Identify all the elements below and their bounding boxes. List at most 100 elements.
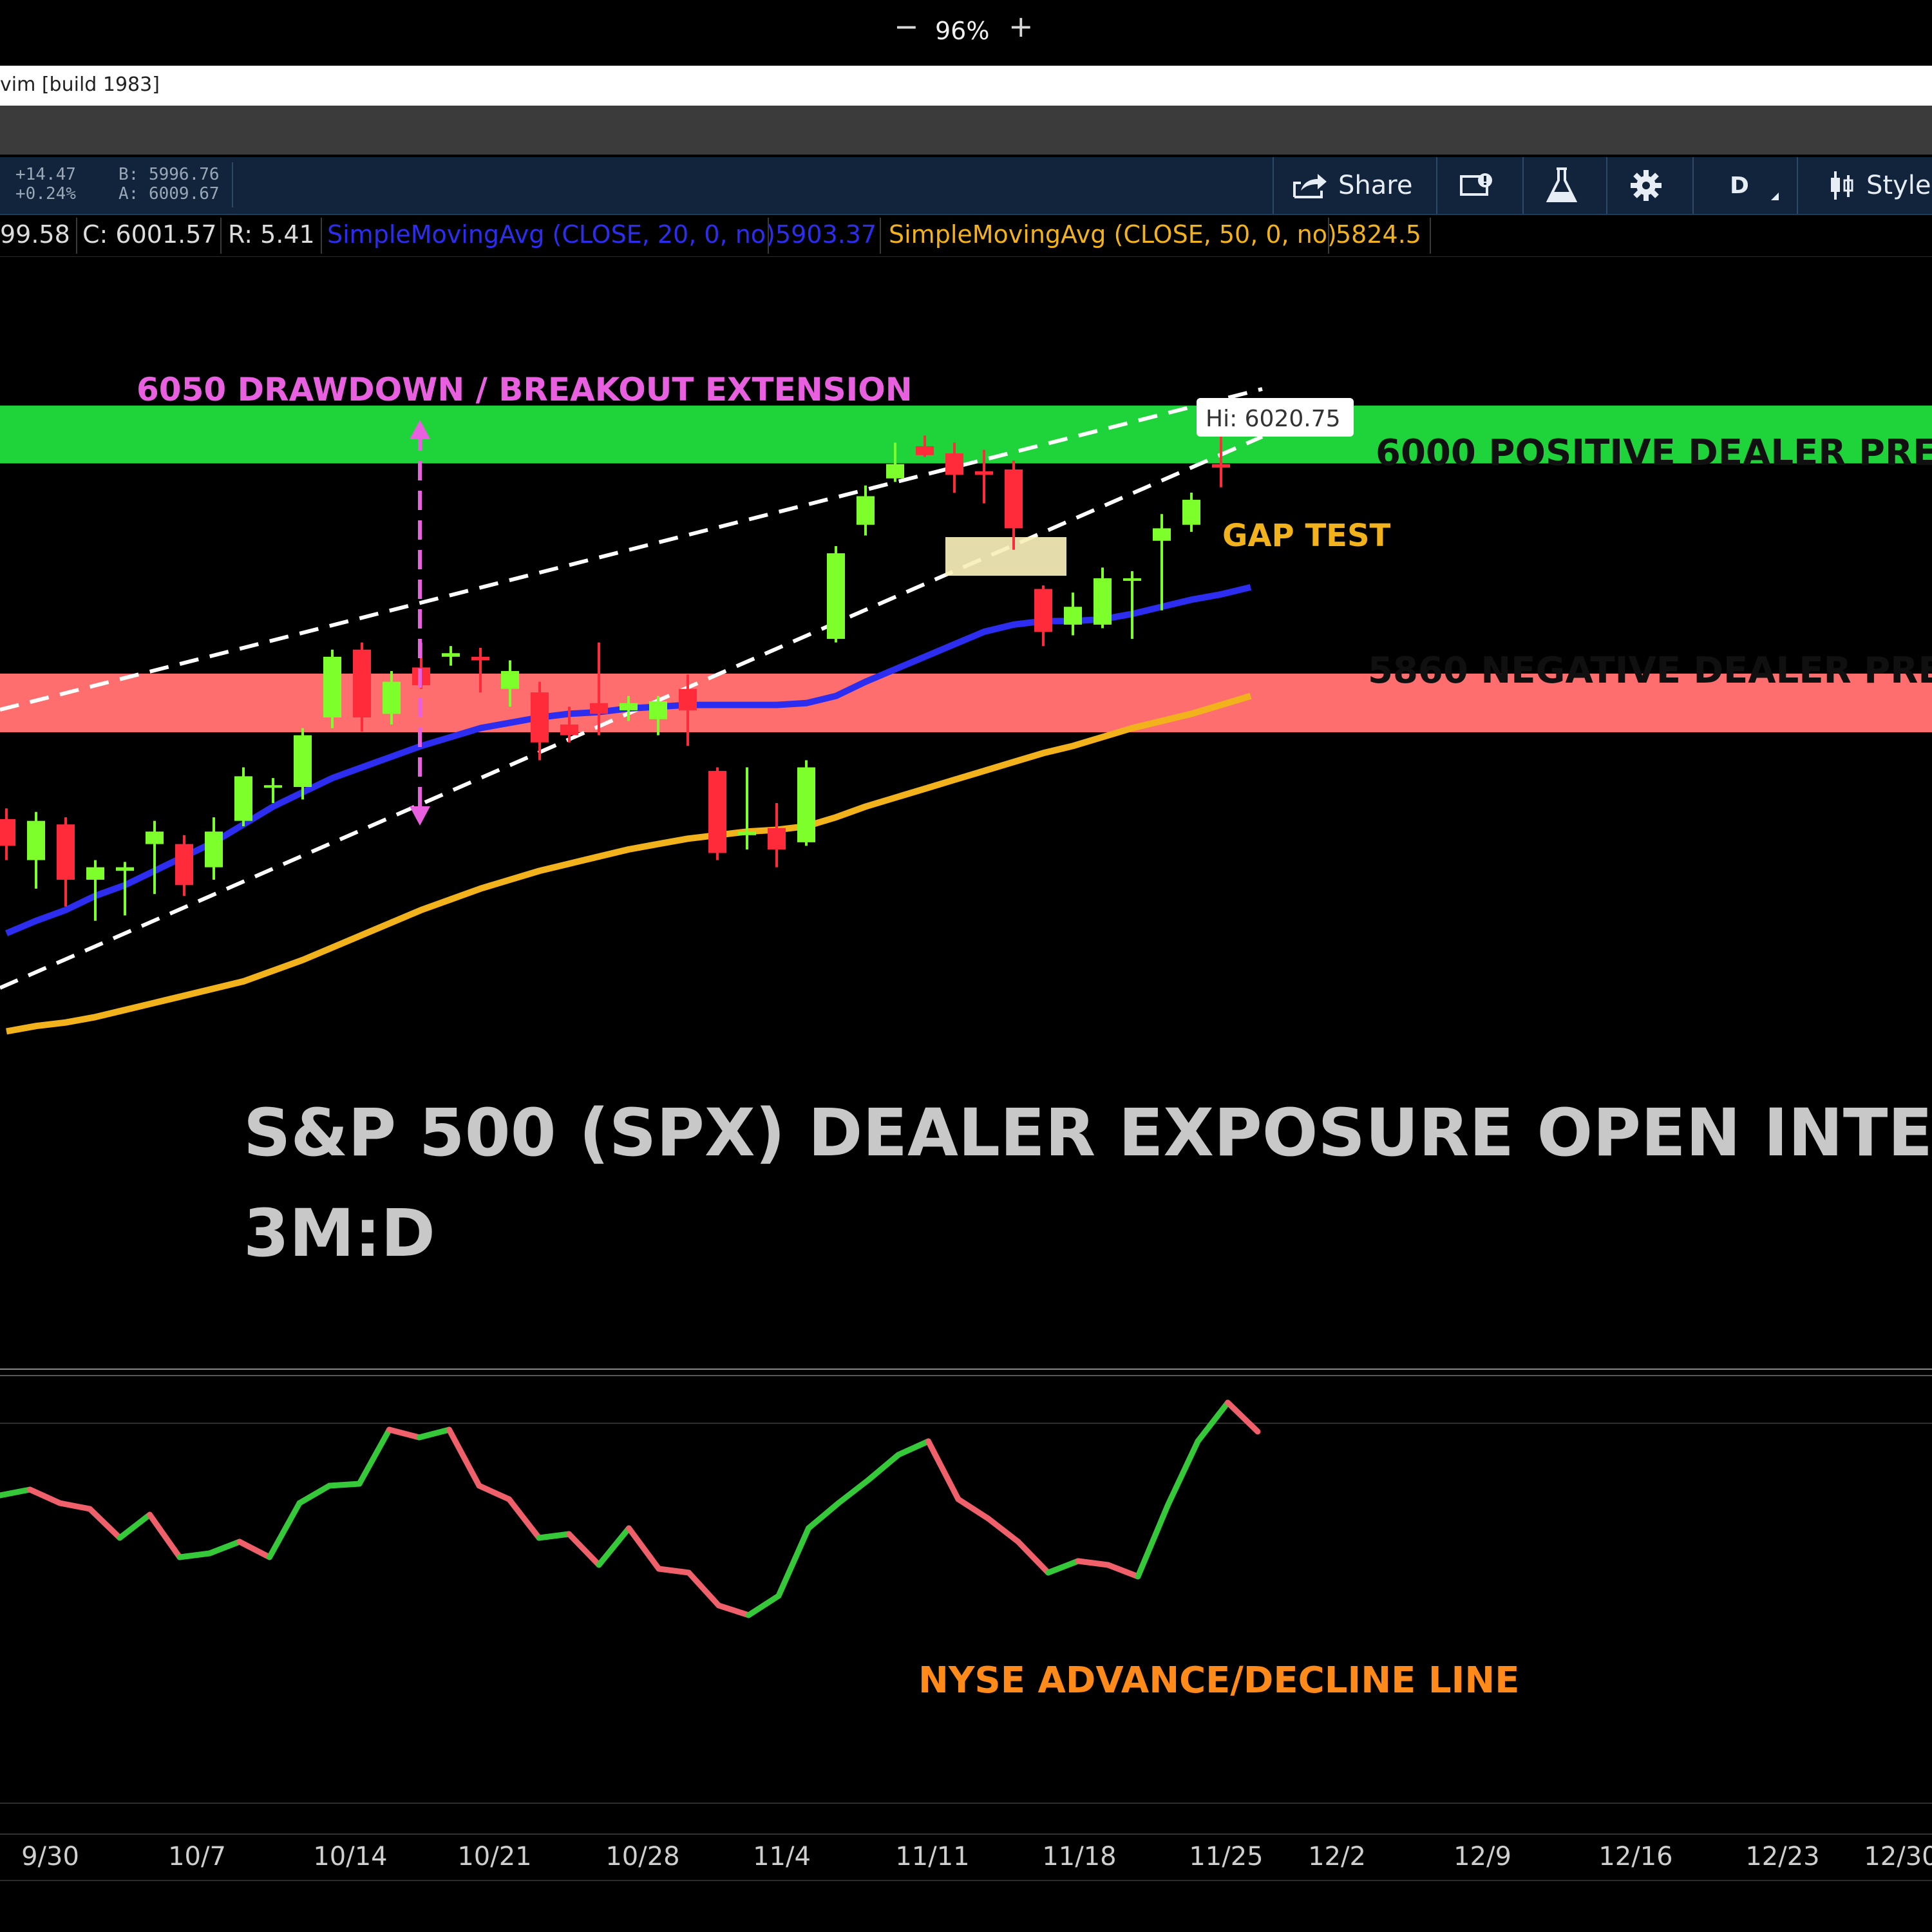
sma50-value: 5824.5 [1336, 220, 1421, 249]
x-tick-label: 10/21 [457, 1842, 531, 1871]
x-axis[interactable]: 9/30 10/7 10/14 10/21 10/28 11/4 11/11 11/18 11/… [21, 1842, 1932, 1871]
candle-up[interactable] [1153, 528, 1171, 541]
candle-up[interactable] [146, 831, 164, 844]
sma50-label[interactable]: SimpleMovingAvg (CLOSE, 50, 0, no) [889, 220, 1337, 249]
candle-down[interactable] [679, 688, 697, 710]
ad-segment-down [1075, 1558, 1111, 1568]
zoom-bar: − 96% + [0, 0, 1932, 64]
toolbar-divider [1797, 157, 1798, 214]
study-separator [76, 218, 77, 254]
price-chart[interactable]: 6050 DRAWDOWN / BREAKOUT EXTENSION 6000 … [0, 258, 1932, 1932]
ad-segment-down [985, 1515, 1021, 1545]
candle-down[interactable] [708, 771, 726, 853]
candle-down[interactable] [916, 446, 934, 455]
candle-down[interactable] [1034, 589, 1052, 632]
ad-segment-down [925, 1438, 961, 1502]
positive-zone-label[interactable]: 6000 POSITIVE DEALER PRES [1376, 432, 1932, 474]
candle-down[interactable] [57, 824, 75, 880]
ad-segment-up [416, 1426, 452, 1441]
ad-segment-down [656, 1566, 692, 1576]
study-separator [1328, 218, 1329, 254]
bid-ask: B: 5996.76 A: 6009.67 [118, 165, 220, 204]
ad-segment-down [87, 1506, 123, 1541]
chart-area[interactable]: 6050 DRAWDOWN / BREAKOUT EXTENSION 6000 … [0, 258, 1932, 1932]
study-separator [321, 218, 322, 254]
candle-down[interactable] [945, 453, 963, 475]
candle-up[interactable] [234, 776, 252, 821]
gap-test-box[interactable] [945, 537, 1066, 576]
ad-segment-up [596, 1525, 632, 1568]
ad-segment-down [236, 1539, 272, 1560]
ad-segment-up [296, 1482, 332, 1506]
candle-up[interactable] [886, 464, 904, 478]
ad-segment-up [806, 1500, 842, 1531]
chart-toolbar: +14.47 +0.24% B: 5996.76 A: 6009.67 Shar… [0, 157, 1932, 215]
alert-button[interactable] [1459, 157, 1495, 214]
candle-up[interactable] [383, 681, 401, 714]
candle-up[interactable] [797, 767, 815, 842]
zoom-out-button[interactable]: − [894, 9, 919, 44]
candle-up[interactable] [323, 656, 341, 717]
candle-down[interactable] [353, 649, 371, 717]
style-button[interactable]: Style [1820, 157, 1931, 214]
x-tick-label: 11/25 [1189, 1842, 1263, 1871]
ad-segment-down [715, 1602, 752, 1618]
candle-down[interactable] [1005, 469, 1023, 529]
candle-up[interactable] [442, 653, 460, 657]
window-title: vim [build 1983] [0, 73, 160, 96]
x-tick-label: 11/18 [1042, 1842, 1116, 1871]
candle-up[interactable] [620, 703, 638, 710]
candle-down[interactable] [768, 828, 786, 849]
ad-segment-up [327, 1481, 363, 1489]
gap-test-label[interactable]: GAP TEST [1222, 518, 1391, 554]
settings-button[interactable] [1629, 157, 1663, 214]
candle-up[interactable] [86, 867, 104, 880]
zoom-in-button[interactable]: + [1009, 9, 1034, 44]
candle-up[interactable] [1123, 578, 1141, 581]
negative-zone-label[interactable]: 5860 NEGATIVE DEALER PRE [1368, 650, 1932, 692]
ad-segment-up [207, 1539, 243, 1557]
candle-up[interactable] [116, 867, 134, 871]
candle-up[interactable] [857, 496, 875, 525]
candle-down[interactable] [590, 703, 608, 714]
toolbar-divider [1692, 157, 1694, 214]
candle-up[interactable] [27, 820, 45, 860]
studies-button[interactable] [1546, 157, 1578, 214]
close-value: C: 6001.57 [82, 220, 217, 249]
chart-title-line1: S&P 500 (SPX) DEALER EXPOSURE OPEN INTER… [243, 1095, 1932, 1171]
candle-down[interactable] [975, 471, 993, 475]
candle-up[interactable] [1094, 578, 1112, 625]
ad-segment-up [1195, 1399, 1231, 1444]
candle-up[interactable] [1064, 607, 1082, 625]
candle-up[interactable] [264, 785, 282, 788]
candle-up[interactable] [294, 735, 312, 788]
drawdown-annotation[interactable]: 6050 DRAWDOWN / BREAKOUT EXTENSION [137, 371, 913, 408]
share-button[interactable]: Share [1292, 157, 1412, 214]
advance-decline-line[interactable] [0, 1399, 1261, 1618]
ad-segment-down [1225, 1399, 1261, 1435]
candle-up[interactable] [205, 831, 223, 867]
toolbar-divider [1606, 157, 1607, 214]
candle-up[interactable] [1182, 500, 1200, 525]
window-menu-strip [0, 106, 1932, 155]
candle-up[interactable] [738, 831, 756, 835]
ad-segment-down [57, 1500, 93, 1512]
x-tick-label: 12/23 [1745, 1842, 1819, 1871]
candle-up[interactable] [827, 553, 845, 639]
candle-down[interactable] [0, 819, 15, 846]
candle-down[interactable] [1212, 464, 1230, 468]
x-tick-label: 10/28 [605, 1842, 679, 1871]
sma20-value: 5903.37 [775, 220, 877, 249]
x-tick-label: 12/2 [1308, 1842, 1366, 1871]
sma20-label[interactable]: SimpleMovingAvg (CLOSE, 20, 0, no) [327, 220, 775, 249]
ad-segment-down [1105, 1562, 1141, 1580]
candle-down[interactable] [531, 692, 549, 743]
ask-price: A: 6009.67 [118, 184, 220, 204]
candle-down[interactable] [560, 724, 578, 735]
ad-segment-down [386, 1426, 422, 1441]
candle-up[interactable] [501, 670, 519, 689]
candle-down[interactable] [471, 656, 489, 661]
aggregation-button[interactable]: D [1730, 157, 1779, 214]
candle-up[interactable] [649, 701, 667, 719]
candle-down[interactable] [175, 844, 193, 886]
